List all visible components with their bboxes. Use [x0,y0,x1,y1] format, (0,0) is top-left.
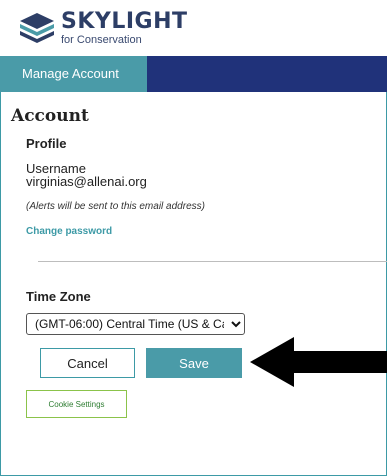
change-password-link[interactable]: Change password [26,226,112,237]
timezone-section-title: Time Zone [26,289,91,304]
save-button[interactable]: Save [146,348,242,378]
header: SKYLIGHT for Conservation [0,0,387,56]
profile-section-title: Profile [26,136,67,151]
tab-manage-account[interactable]: Manage Account [0,56,147,92]
alerts-note: (Alerts will be sent to this email addre… [26,201,205,212]
brand-name: SKYLIGHT [61,9,188,34]
navbar: Manage Account [0,56,387,92]
page-title: Account [11,106,89,126]
timezone-select[interactable]: (GMT-06:00) Central Time (US & Canada) [26,313,245,335]
cancel-button[interactable]: Cancel [40,348,135,378]
cookie-settings-button[interactable]: Cookie Settings [26,390,127,418]
brand-tagline: for Conservation [61,34,142,46]
username-value: virginias@allenai.org [26,174,147,189]
logo[interactable]: SKYLIGHT for Conservation [17,11,188,46]
left-arrow-icon [250,337,387,387]
skylight-s-logo-icon [20,13,54,43]
divider [38,261,387,262]
